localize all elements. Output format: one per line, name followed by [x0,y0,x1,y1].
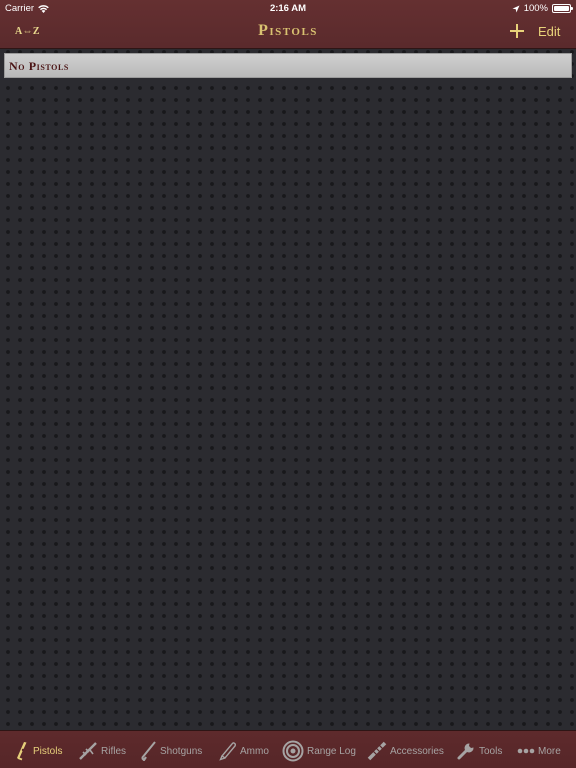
tab-rifles[interactable]: Rifles [78,740,126,762]
scope-icon [367,741,387,761]
edit-button[interactable]: Edit [538,24,560,39]
rifle-icon [79,742,97,760]
status-time: 2:16 AM [269,3,307,14]
status-bar: Carrier 2:16 AM 100% [0,0,576,17]
tab-label: Ammo [240,745,269,757]
empty-list-header: No Pistols [4,53,572,78]
battery-level-fill [554,6,569,11]
tab-label: Shotguns [160,745,203,757]
shotgun-icon [141,741,156,761]
pistol-icon [17,742,27,761]
tab-shotguns[interactable]: Shotguns [139,740,202,762]
page-title: Pistols [258,22,318,39]
tab-range-log[interactable]: Range Log [282,740,356,762]
tab-more[interactable]: More [517,740,561,762]
tab-tools[interactable]: Tools [456,740,502,762]
empty-list-label: No Pistols [9,59,69,73]
top-bar: Carrier 2:16 AM 100% A⇔Z Pistols Edit [0,0,576,49]
tab-pistols[interactable]: Pistols [14,740,62,762]
tab-label: Tools [479,745,503,757]
tab-ammo[interactable]: Ammo [219,740,269,762]
tab-bar: Pistols Rifles Shotguns Ammo Range Log A… [0,730,576,768]
battery-icon [552,4,573,13]
add-icon[interactable] [510,24,524,38]
ammo-icon [219,742,237,761]
target-icon [282,740,304,762]
tab-label: Rifles [101,745,127,757]
tab-label: Range Log [307,745,356,757]
more-dots-icon [517,748,535,754]
battery-percent: 100% [523,3,548,14]
location-arrow-icon [512,5,520,12]
wrench-icon [457,743,474,760]
tab-label: Accessories [390,745,444,757]
status-right: 100% [512,3,573,14]
tab-label: Pistols [33,745,63,757]
tab-accessories[interactable]: Accessories [367,740,444,762]
tab-label: More [538,745,561,757]
navigation-bar: A⇔Z Pistols Edit [0,17,576,49]
